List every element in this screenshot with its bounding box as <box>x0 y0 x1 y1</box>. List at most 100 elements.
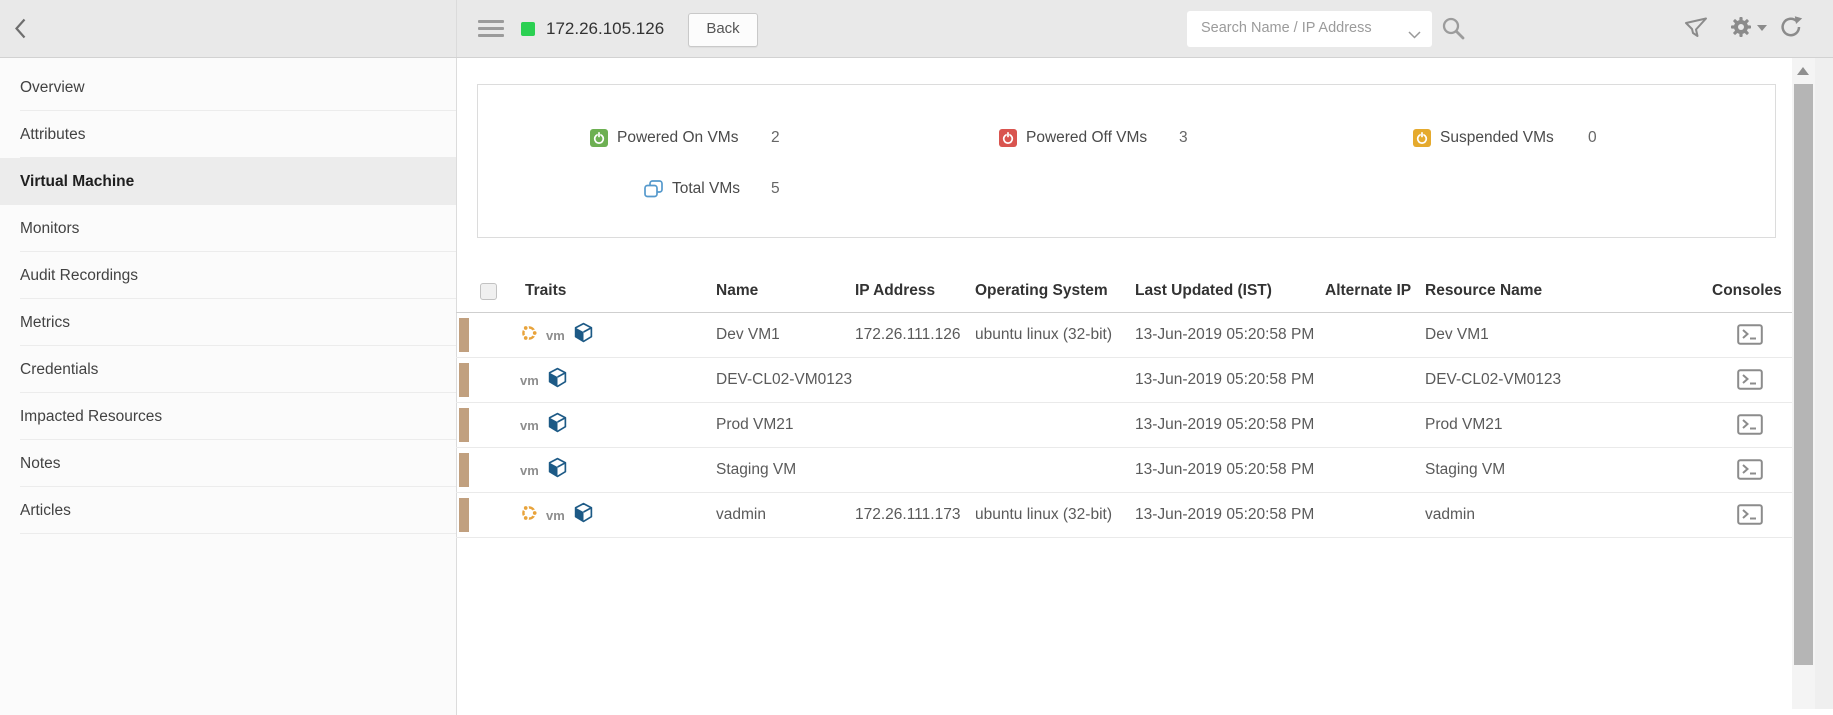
table-row: vm vadmin 172.26.111.173 ubuntu linux (3… <box>456 493 1792 538</box>
stat-value: 0 <box>1588 129 1597 146</box>
ubuntu-icon <box>520 324 539 347</box>
sidebar: Overview Attributes Virtual Machine Moni… <box>0 58 457 715</box>
stat-total-vms: Total VMs 5 <box>644 177 780 201</box>
vm-cube-icon <box>547 367 568 393</box>
vm-trait-label: vm <box>546 327 565 343</box>
stat-label: Total VMs <box>672 180 741 197</box>
vm-last-updated: 13-Jun-2019 05:20:58 PM <box>1135 326 1315 343</box>
stat-label: Suspended VMs <box>1440 129 1554 146</box>
traits-cell: vm <box>520 493 594 537</box>
select-all-checkbox[interactable] <box>480 283 497 300</box>
vm-resource-link[interactable]: Staging VM <box>1425 448 1505 492</box>
sidebar-item-notes[interactable]: Notes <box>0 440 456 487</box>
row-severity-bar <box>459 318 469 352</box>
row-severity-bar <box>459 453 469 487</box>
traits-cell: vm <box>520 403 568 447</box>
sidebar-item-impacted-resources[interactable]: Impacted Resources <box>0 393 456 440</box>
vm-summary-panel: Powered On VMs 2 Powered Off VMs 3 Suspe… <box>477 84 1776 238</box>
row-severity-bar <box>459 408 469 442</box>
traits-cell: vm <box>520 313 594 357</box>
console-icon[interactable] <box>1737 324 1763 345</box>
vm-table: Traits Name IP Address Operating System … <box>456 270 1792 538</box>
column-header-os: Operating System <box>975 282 1108 299</box>
power-off-icon <box>999 129 1017 147</box>
vm-resource-link[interactable]: Prod VM21 <box>1425 403 1503 447</box>
back-chevron-icon[interactable] <box>14 17 27 45</box>
table-row: vm DEV-CL02-VM0123 13-Jun-2019 05:20:58 … <box>456 358 1792 403</box>
chevron-down-icon <box>1408 26 1421 44</box>
search-category-select[interactable]: Search Name / IP Address <box>1187 11 1432 47</box>
console-icon[interactable] <box>1737 369 1763 390</box>
row-severity-bar <box>459 363 469 397</box>
console-icon[interactable] <box>1737 459 1763 480</box>
vm-cube-icon <box>547 457 568 483</box>
vm-ip-link[interactable]: 172.26.111.126 <box>855 313 960 357</box>
table-header-row: Traits Name IP Address Operating System … <box>456 270 1792 313</box>
vm-ip-link[interactable]: 172.26.111.173 <box>855 493 960 537</box>
page-right-margin <box>1815 58 1833 709</box>
column-header-ip-address: IP Address <box>855 282 936 299</box>
vm-resource-link[interactable]: vadmin <box>1425 493 1475 537</box>
column-header-name: Name <box>716 282 759 299</box>
column-header-alternate-ip: Alternate IP <box>1325 282 1412 299</box>
vm-cube-icon <box>547 412 568 438</box>
vm-name-link[interactable]: DEV-CL02-VM0123 <box>716 358 852 402</box>
column-header-traits: Traits <box>525 282 567 299</box>
status-up-indicator <box>521 22 535 36</box>
ubuntu-icon <box>520 504 539 527</box>
suspended-icon <box>1413 129 1431 147</box>
vm-trait-label: vm <box>520 417 539 433</box>
menu-icon[interactable] <box>478 20 504 37</box>
sidebar-item-virtual-machine[interactable]: Virtual Machine <box>0 158 456 205</box>
sidebar-item-articles[interactable]: Articles <box>0 487 456 534</box>
column-header-last-updated: Last Updated (IST) <box>1135 282 1272 299</box>
sidebar-item-audit-recordings[interactable]: Audit Recordings <box>0 252 456 299</box>
vm-resource-link[interactable]: DEV-CL02-VM0123 <box>1425 358 1561 402</box>
vm-os: ubuntu linux (32-bit) <box>975 506 1112 523</box>
vm-name-link[interactable]: vadmin <box>716 493 766 537</box>
vm-last-updated: 13-Jun-2019 05:20:58 PM <box>1135 506 1315 523</box>
vm-name-link[interactable]: Prod VM21 <box>716 403 794 447</box>
topbar-divider <box>456 0 457 57</box>
vm-name-link[interactable]: Dev VM1 <box>716 313 780 357</box>
table-row: vm Prod VM21 13-Jun-2019 05:20:58 PM Pro… <box>456 403 1792 448</box>
vm-os: ubuntu linux (32-bit) <box>975 326 1112 343</box>
stat-value: 3 <box>1179 129 1188 146</box>
search-icon[interactable] <box>1441 16 1466 46</box>
console-icon[interactable] <box>1737 504 1763 525</box>
scrollbar-thumb[interactable] <box>1794 84 1813 665</box>
gear-icon[interactable] <box>1728 14 1754 45</box>
stat-label: Powered On VMs <box>617 129 739 146</box>
vm-last-updated: 13-Jun-2019 05:20:58 PM <box>1135 416 1315 433</box>
sidebar-item-monitors[interactable]: Monitors <box>0 205 456 252</box>
gear-dropdown-caret-icon[interactable] <box>1757 25 1767 31</box>
vm-resource-link[interactable]: Dev VM1 <box>1425 313 1489 357</box>
sidebar-item-credentials[interactable]: Credentials <box>0 346 456 393</box>
scrollbar-up-arrow-icon[interactable] <box>1797 67 1809 75</box>
console-icon[interactable] <box>1737 414 1763 435</box>
column-header-resource-name: Resource Name <box>1425 282 1543 299</box>
sidebar-item-overview[interactable]: Overview <box>0 64 456 111</box>
traits-cell: vm <box>520 448 568 492</box>
stat-powered-off-vms: Powered Off VMs 3 <box>999 126 1188 150</box>
vm-last-updated: 13-Jun-2019 05:20:58 PM <box>1135 371 1315 388</box>
stat-value: 5 <box>771 180 780 197</box>
vm-trait-label: vm <box>520 462 539 478</box>
sidebar-item-attributes[interactable]: Attributes <box>0 111 456 158</box>
traits-cell: vm <box>520 358 568 402</box>
stat-powered-on-vms: Powered On VMs 2 <box>590 126 780 150</box>
filter-icon[interactable] <box>1683 16 1710 46</box>
vm-cube-icon <box>573 322 594 348</box>
back-button[interactable]: Back <box>688 13 758 47</box>
stat-suspended-vms: Suspended VMs 0 <box>1413 126 1597 150</box>
page-title: 172.26.105.126 <box>546 19 665 38</box>
refresh-icon[interactable] <box>1779 15 1804 44</box>
stat-value: 2 <box>771 129 780 146</box>
vm-name-link[interactable]: Staging VM <box>716 448 796 492</box>
vm-last-updated: 13-Jun-2019 05:20:58 PM <box>1135 461 1315 478</box>
stat-label: Powered Off VMs <box>1026 129 1148 146</box>
sidebar-item-metrics[interactable]: Metrics <box>0 299 456 346</box>
column-header-consoles: Consoles <box>1712 282 1782 299</box>
power-on-icon <box>590 129 608 147</box>
row-severity-bar <box>459 498 469 532</box>
